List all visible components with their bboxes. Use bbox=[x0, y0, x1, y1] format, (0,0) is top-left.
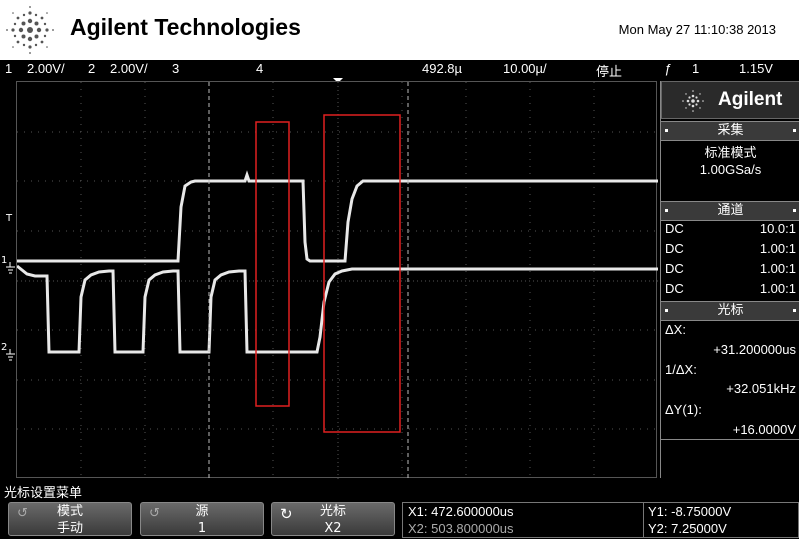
cursor-x2-readout: X2: 503.800000us bbox=[408, 521, 514, 536]
trigger-source[interactable]: 1 bbox=[692, 61, 699, 76]
delta-y-label: ΔY(1): bbox=[665, 402, 702, 417]
ch2-scale[interactable]: 2.00V/ bbox=[110, 61, 148, 76]
trigger-level[interactable]: 1.15V bbox=[739, 61, 773, 76]
ch1-scale[interactable]: 2.00V/ bbox=[27, 61, 65, 76]
inverse-delta-x-label: 1/ΔX: bbox=[665, 362, 697, 377]
source-softkey[interactable]: ↺ 源 1 bbox=[140, 502, 264, 536]
trigger-edge-icon: ƒ bbox=[664, 61, 672, 76]
cursors-title: 光标 bbox=[717, 303, 744, 318]
brand-name: Agilent Technologies bbox=[70, 14, 301, 40]
acquire-mode: 标准模式 bbox=[704, 145, 757, 160]
menu-title: 光标设置菜单 bbox=[4, 486, 83, 501]
channel-4-probe: 1.00:1 bbox=[759, 281, 796, 296]
info-panel: Agilent 采集 标准模式 1.00GSa/s 通道 DC 10.0:1 D… bbox=[660, 81, 799, 478]
header-bar: Agilent Technologies Mon May 27 11:10:38… bbox=[0, 0, 799, 61]
agilent-spark-logo-icon bbox=[6, 6, 54, 54]
ch1-ground-icon bbox=[6, 262, 15, 274]
channel-3-probe: 1.00:1 bbox=[759, 261, 796, 276]
cursors-section-header[interactable]: 光标 bbox=[661, 301, 799, 321]
channel-1-coupling: DC bbox=[665, 221, 684, 236]
ch4-number[interactable]: 4 bbox=[256, 61, 263, 76]
acquire-title: 采集 bbox=[717, 123, 744, 138]
mode-softkey-label: 模式 bbox=[56, 504, 83, 519]
ch2-number[interactable]: 2 bbox=[88, 61, 95, 76]
time-position[interactable]: 492.8µ bbox=[422, 61, 462, 76]
status-bar: 1 2.00V/ 2 2.00V/ 3 4 492.8µ 10.00µ/ 停止 … bbox=[0, 60, 799, 80]
run-state[interactable]: 停止 bbox=[596, 61, 622, 80]
source-softkey-value: 1 bbox=[197, 521, 207, 536]
ch1-number[interactable]: 1 bbox=[5, 61, 12, 76]
cursor-softkey-value: X2 bbox=[324, 521, 342, 536]
channel-1-probe: 10.0:1 bbox=[759, 221, 796, 236]
ch2-ground-icon bbox=[6, 349, 15, 361]
waveform-canvas bbox=[17, 82, 658, 479]
delta-x-label: ΔX: bbox=[665, 322, 686, 337]
sample-rate: 1.00GSa/s bbox=[699, 162, 762, 177]
channel-4-coupling: DC bbox=[665, 281, 684, 296]
mode-softkey-value: 手动 bbox=[56, 521, 83, 536]
panel-logo: Agilent bbox=[661, 81, 799, 119]
waveform-traces bbox=[17, 170, 658, 354]
cursor-softkey-label: 光标 bbox=[319, 504, 346, 519]
panel-brand: Agilent bbox=[718, 89, 783, 110]
date-time: Mon May 27 11:10:38 2013 bbox=[618, 22, 776, 37]
channel-2-coupling: DC bbox=[665, 241, 684, 256]
ch3-number[interactable]: 3 bbox=[172, 61, 179, 76]
cursor-x1-readout: X1: 472.600000us bbox=[408, 504, 514, 519]
trigger-level-marker: T bbox=[6, 213, 13, 224]
channel-2-probe: 1.00:1 bbox=[759, 241, 796, 256]
delta-y-value: +16.0000V bbox=[732, 422, 796, 437]
channels-title: 通道 bbox=[717, 203, 744, 218]
cursor-y1-readout: Y1: -8.75000V bbox=[648, 504, 732, 519]
source-softkey-label: 源 bbox=[195, 504, 209, 519]
mode-softkey[interactable]: ↺ 模式 手动 bbox=[8, 502, 132, 536]
acquire-section-header[interactable]: 采集 bbox=[661, 121, 799, 141]
cursor-readout: X1: 472.600000us X2: 503.800000us Y1: -8… bbox=[402, 502, 799, 538]
cursor-y2-readout: Y2: 7.25000V bbox=[648, 521, 727, 536]
inverse-delta-x-value: +32.051kHz bbox=[726, 381, 796, 396]
channel-3-coupling: DC bbox=[665, 261, 684, 276]
time-base[interactable]: 10.00µ/ bbox=[503, 61, 547, 76]
cursor-softkey[interactable]: ↻ 光标 X2 bbox=[271, 502, 395, 536]
agilent-spark-small-icon bbox=[682, 90, 704, 112]
channels-section-header[interactable]: 通道 bbox=[661, 201, 799, 221]
waveform-display[interactable] bbox=[16, 81, 658, 479]
delta-x-value: +31.200000us bbox=[713, 342, 796, 357]
